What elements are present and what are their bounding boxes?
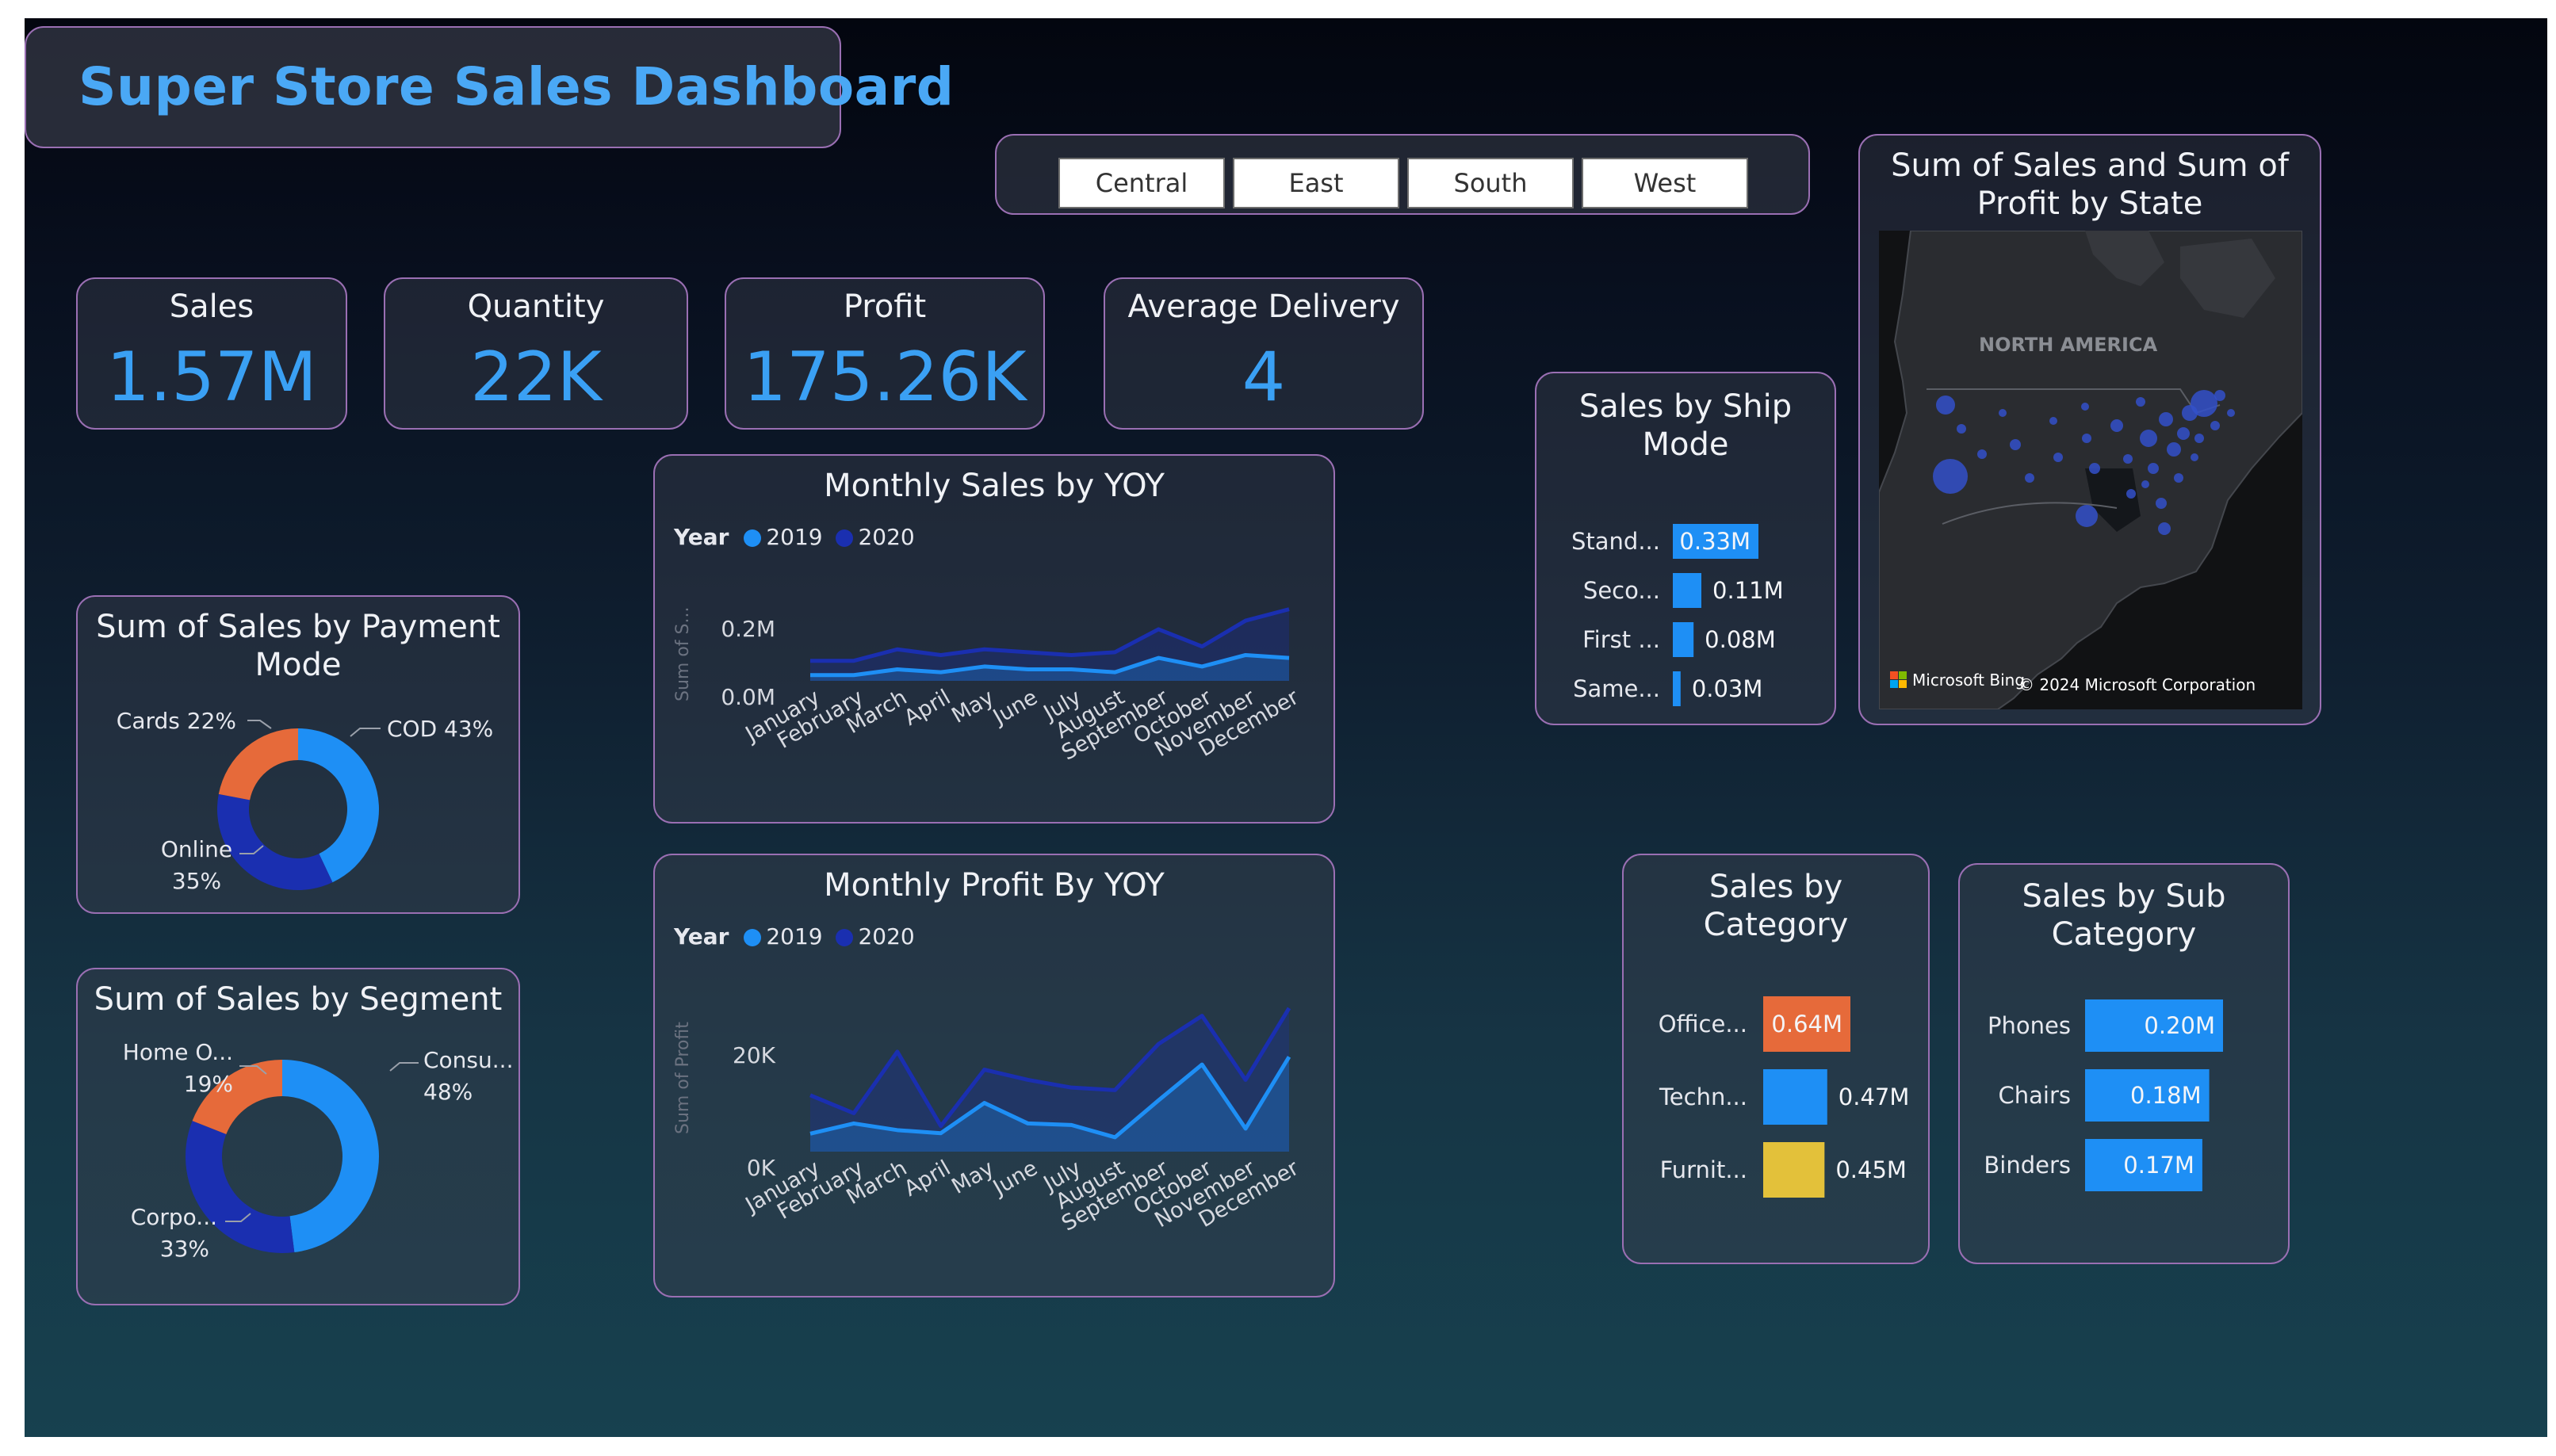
kpi-sales-label: Sales (169, 289, 254, 325)
category-card[interactable]: Sales by Category Office... 0.64M Techn...… (1622, 854, 1930, 1264)
category-category-furnit: Furnit... (1660, 1156, 1747, 1183)
category-bar-furnit[interactable] (1763, 1142, 1825, 1198)
ship-value-first: 0.08M (1705, 626, 1776, 653)
ship-mode-bar-chart: Stand... 0.33M Seco... 0.11M First ... 0.08M S… (1571, 524, 1784, 706)
kpi-quantity-label: Quantity (467, 289, 605, 325)
slicer-central-button[interactable]: Central (1058, 158, 1225, 208)
kpi-profit-label: Profit (843, 289, 927, 325)
consumer-leader-line (389, 1062, 419, 1072)
kpi-quantity-card[interactable]: Quantity 22K (384, 277, 688, 430)
ship-category-seco: Seco... (1583, 577, 1660, 604)
ship-value-stand: 0.33M (1679, 528, 1751, 555)
category-value-techn: 0.47M (1839, 1083, 1910, 1110)
payment-slice-online[interactable] (217, 793, 333, 890)
slicer-west-button[interactable]: West (1582, 158, 1748, 208)
bing-logo-red (1890, 671, 1898, 679)
bing-logo-yellow (1899, 680, 1907, 688)
consumer-label-pct: 48% (423, 1079, 473, 1105)
payment-slice-cards[interactable] (218, 728, 298, 801)
corporate-label-name: Corpo... (131, 1204, 217, 1230)
segment-slice-corpo[interactable] (186, 1121, 295, 1253)
profit-xtick-june: June (988, 1156, 1042, 1201)
subcat-value-binders: 0.17M (2123, 1152, 2194, 1179)
online-label-name: Online (161, 836, 232, 862)
profit-xtick-april: April (900, 1156, 955, 1202)
category-category-techn: Techn... (1659, 1083, 1747, 1110)
payment-mode-card[interactable]: Sum of Sales by Payment Mode COD 43% Car… (76, 595, 520, 914)
consumer-label-name: Consu... (423, 1047, 513, 1073)
segment-slice-consu[interactable] (282, 1060, 379, 1253)
cards-label: Cards 22% (117, 708, 236, 734)
state-map-title: Sum of Sales and Sum of Profit by State (1891, 147, 2289, 222)
state-bubble-map[interactable]: NORTH AMERICA Microsoft Bing © 2024 Micr… (1879, 231, 2302, 709)
subcat-category-chairs: Chairs (1999, 1082, 2072, 1109)
slicer-south-button[interactable]: South (1407, 158, 1574, 208)
monthly-sales-card[interactable]: Monthly Sales by YOY Year 2019 2020 Sum … (653, 454, 1335, 824)
ship-value-seco: 0.11M (1712, 577, 1784, 604)
cards-leader-line (247, 720, 272, 729)
ytick-0k: 0K (747, 1155, 776, 1181)
monthly-profit-line-chart: Sum of Profit 20K 0K JanuaryFebruaryMarc… (673, 1007, 1303, 1236)
ship-bar-seco[interactable] (1673, 573, 1701, 608)
kpi-profit-value: 175.26K (743, 338, 1027, 417)
ytick-0.0m: 0.0M (721, 684, 775, 710)
state-map-card[interactable]: Sum of Sales and Sum of Profit by State … (1858, 134, 2321, 725)
online-label-pct: 35% (172, 868, 221, 894)
sales-xtick-june: June (988, 685, 1042, 730)
ship-bar-same[interactable] (1673, 671, 1681, 706)
ship-value-same: 0.03M (1692, 675, 1763, 702)
home-label-pct: 19% (184, 1071, 233, 1097)
monthly-profit-card[interactable]: Monthly Profit By YOY Year 2019 2020 Sum… (653, 854, 1335, 1297)
page-title: Super Store Sales Dashboard (78, 56, 955, 117)
category-bar-chart: Office... 0.64M Techn... 0.47M Furnit... 0.45… (1659, 996, 1910, 1198)
dashboard-canvas: Super Store Sales Dashboard Central East… (25, 18, 2547, 1437)
kpi-sales-card[interactable]: Sales 1.57M (76, 277, 347, 430)
ytick-0.2m: 0.2M (721, 616, 775, 642)
ship-mode-card[interactable]: Sales by Ship Mode Stand... 0.33M Seco... 0… (1535, 372, 1836, 725)
region-slicer: Central East South West (995, 134, 1810, 215)
bing-logo-green (1899, 671, 1907, 679)
cod-label: COD 43% (387, 716, 493, 742)
slicer-east-button[interactable]: East (1233, 158, 1399, 208)
segment-donut-chart: Consu... 48% Home O... 19% Corpo... 33% (123, 1039, 514, 1262)
ship-category-first: First ... (1582, 626, 1660, 653)
map-attribution-brand: Microsoft Bing (1912, 671, 2025, 690)
kpi-sales-value: 1.57M (106, 338, 317, 417)
subcat-category-phones: Phones (1988, 1012, 2071, 1039)
category-bar-techn[interactable] (1763, 1069, 1827, 1125)
kpi-delivery-card[interactable]: Average Delivery 4 (1104, 277, 1424, 430)
kpi-delivery-value: 4 (1242, 338, 1286, 417)
category-category-office: Office... (1659, 1011, 1747, 1038)
monthly-sales-ylabel: Sum of S... (673, 607, 693, 701)
corporate-label-pct: 33% (160, 1236, 209, 1262)
ship-category-same: Same... (1573, 675, 1660, 702)
map-copyright: © 2024 Microsoft Corporation (2018, 675, 2256, 694)
kpi-delivery-label: Average Delivery (1127, 289, 1400, 325)
bing-logo-blue (1890, 680, 1898, 688)
category-value-office: 0.64M (1771, 1011, 1842, 1038)
sub-category-card[interactable]: Sales by Sub Category Phones 0.20M Chairs 0… (1958, 863, 2290, 1264)
title-card: Super Store Sales Dashboard (25, 26, 954, 148)
segment-card[interactable]: Sum of Sales by Segment Consu... 48% Hom… (76, 968, 520, 1305)
ship-bar-first[interactable] (1673, 622, 1694, 657)
category-value-furnit: 0.45M (1835, 1156, 1907, 1183)
home-label-name: Home O... (123, 1039, 233, 1065)
cod-leader-line (350, 728, 381, 737)
subcat-category-binders: Binders (1984, 1152, 2071, 1179)
subcat-value-phones: 0.20M (2144, 1012, 2215, 1039)
monthly-profit-ylabel: Sum of Profit (673, 1022, 693, 1134)
subcat-value-chairs: 0.18M (2130, 1082, 2202, 1109)
kpi-profit-card[interactable]: Profit 175.26K (725, 277, 1045, 430)
kpi-quantity-value: 22K (470, 338, 602, 417)
sales-xtick-april: April (900, 685, 955, 731)
sub-category-bar-chart: Phones 0.20M Chairs 0.18M Binders 0.17M (1984, 999, 2223, 1191)
map-region-label: NORTH AMERICA (1979, 334, 2158, 356)
ship-category-stand: Stand... (1571, 528, 1660, 555)
ytick-20k: 20K (733, 1042, 776, 1068)
monthly-sales-line-chart: Sum of S... 0.2M 0.0M JanuaryFebruaryMar… (673, 607, 1303, 766)
payment-donut-chart: COD 43% Cards 22% Online 35% (117, 708, 494, 894)
